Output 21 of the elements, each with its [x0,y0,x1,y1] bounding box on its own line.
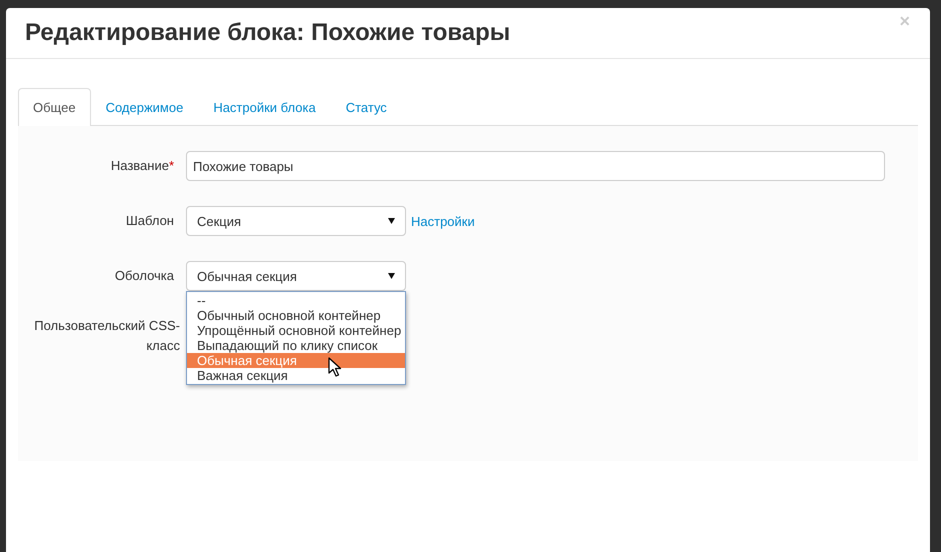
dialog-title: Редактирование блока: Похожие товары [25,19,510,47]
tab[interactable]: Общее [18,88,91,126]
field-label: Название* [110,157,175,175]
dropdown-option[interactable]: Упрощённый основной контейнер [187,323,405,338]
field-label: Пользовательский CSS-класс [33,317,180,355]
select-field[interactable]: Секция [186,206,406,236]
select-field[interactable]: Обычная секция [186,261,406,291]
caret-icon [388,218,395,224]
cursor-icon [328,357,342,377]
tab[interactable]: Статус [330,88,402,125]
tab[interactable]: Содержимое [90,88,198,125]
dropdown-option[interactable]: Выпадающий по клику список [187,338,405,353]
field-label: Оболочка [114,267,175,285]
dropdown-option[interactable]: -- [187,293,405,308]
name-field[interactable]: Похожие товары [186,151,885,181]
dropdown-option[interactable]: Важная секция [187,368,405,383]
caret-icon [388,273,395,279]
tab[interactable]: Настройки блока [198,88,331,125]
settings-link[interactable]: Настройки [411,214,475,228]
field-label: Шаблон [124,212,175,230]
dropdown-option[interactable]: Обычный основной контейнер [187,308,405,323]
